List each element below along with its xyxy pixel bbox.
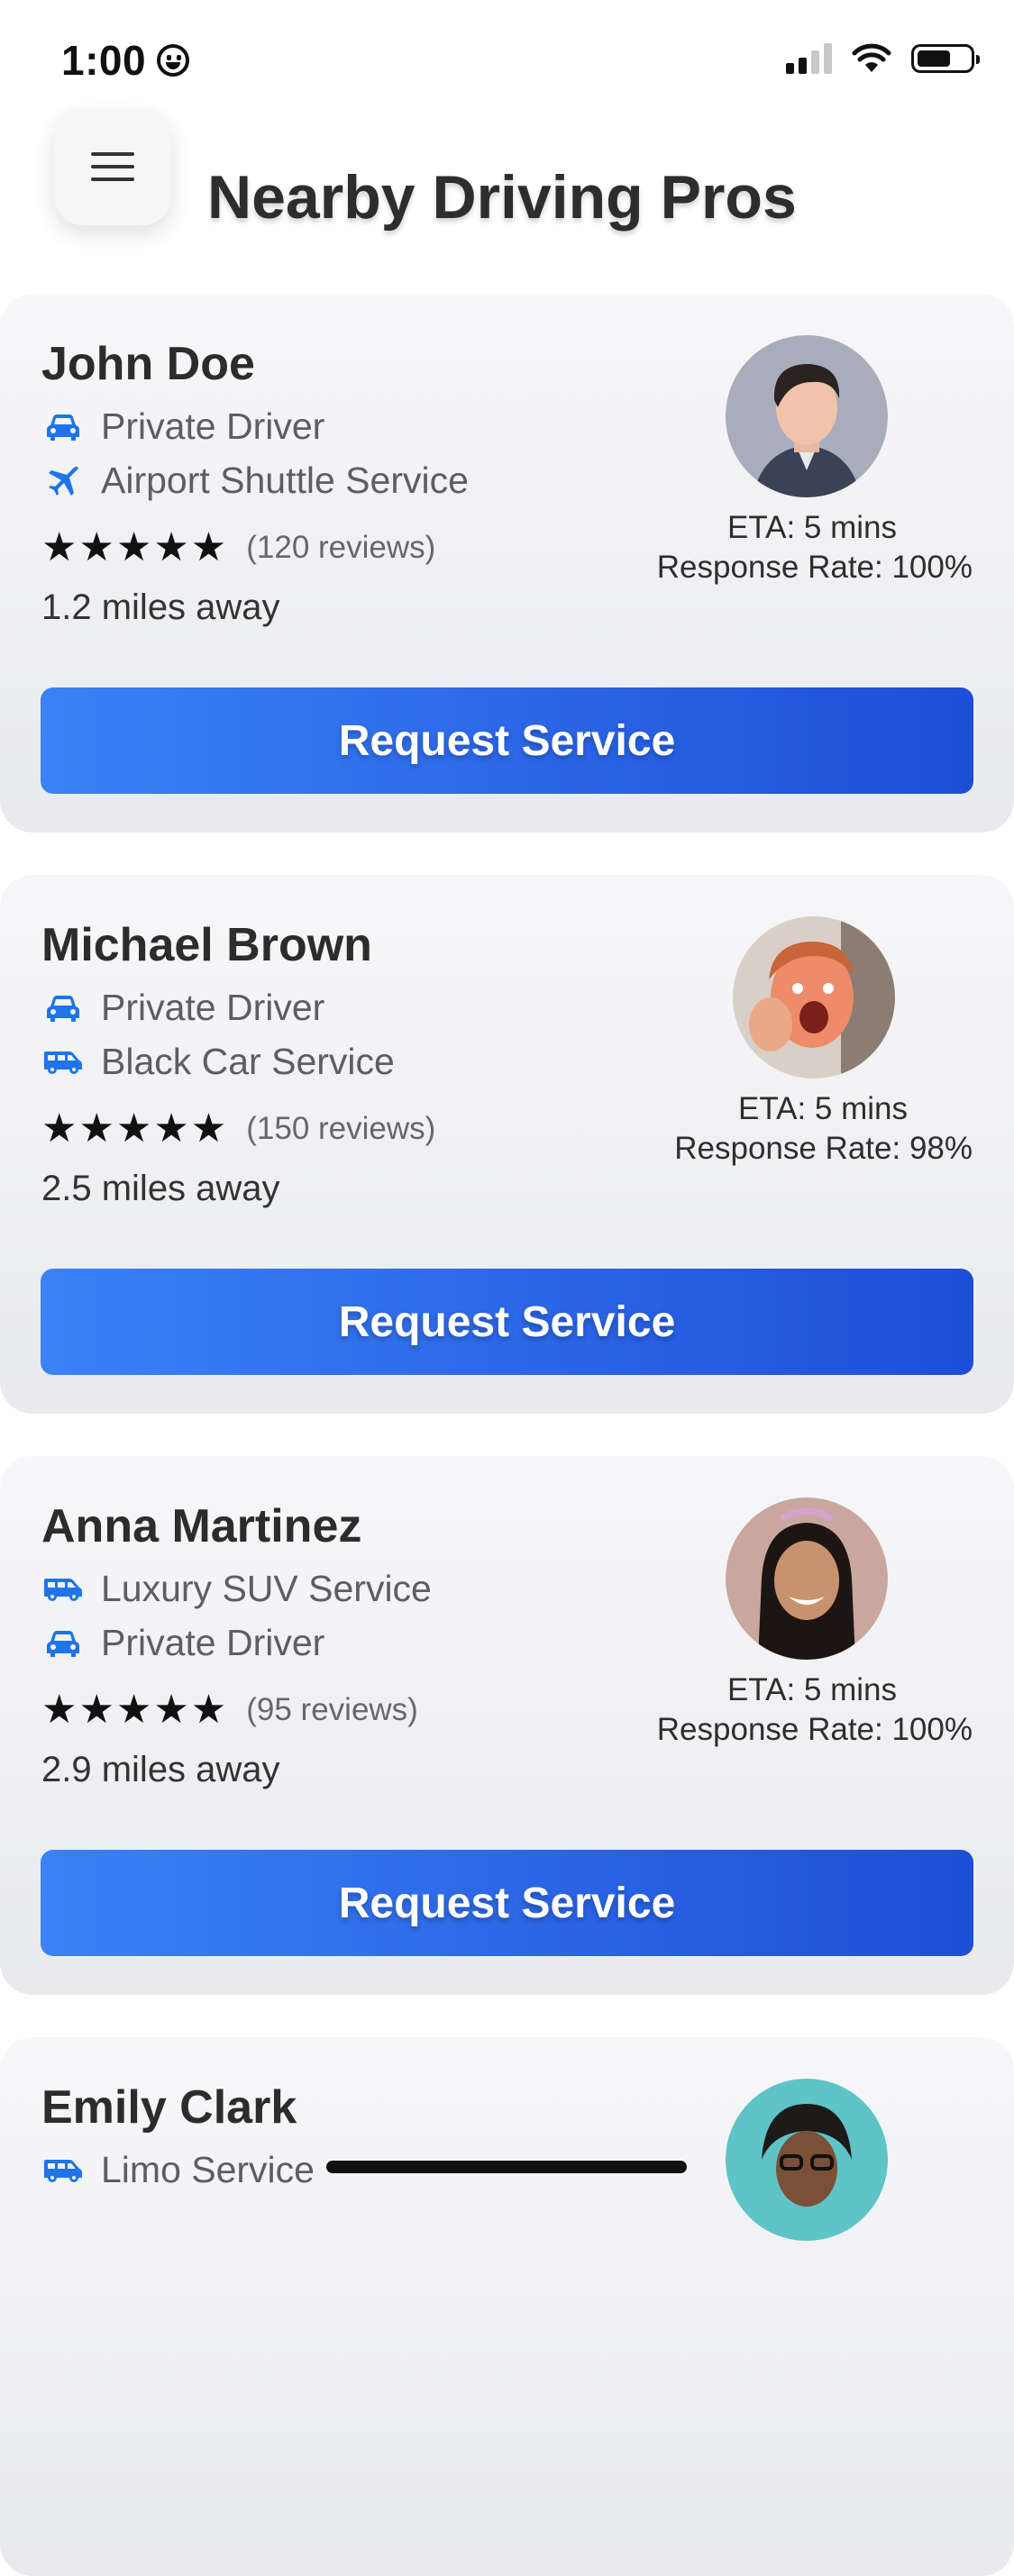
service-item: Airport Shuttle Service (41, 460, 469, 502)
service-item: Luxury SUV Service (41, 1568, 432, 1610)
status-indicators (786, 43, 980, 74)
airplane-icon (41, 466, 85, 496)
car-icon (41, 412, 85, 442)
service-label: Airport Shuttle Service (101, 460, 469, 501)
rating: ★★★★★ (120 reviews) (41, 524, 435, 570)
distance: 2.5 miles away (41, 1169, 280, 1208)
service-label: Black Car Service (101, 1041, 395, 1082)
star-rating: ★★★★★ (41, 525, 229, 569)
response-rate: Response Rate: 100% (656, 1712, 973, 1747)
service-item: Limo Service (41, 2149, 315, 2191)
rating: ★★★★★ (95 reviews) (41, 1687, 418, 1733)
cellular-signal-icon (786, 43, 832, 74)
service-item: Black Car Service (41, 1041, 395, 1083)
van-icon (41, 1574, 85, 1605)
driver-card: Emily Clark Limo Service (0, 2037, 1014, 2576)
response-rate: Response Rate: 100% (656, 550, 973, 585)
status-time-label: 1:00 (61, 37, 147, 84)
car-icon (41, 993, 85, 1024)
service-label: Private Driver (101, 987, 325, 1028)
smiley-icon (157, 44, 190, 77)
review-count: (95 reviews) (246, 1691, 418, 1727)
service-label: Private Driver (101, 1622, 325, 1663)
distance: 1.2 miles away (41, 587, 280, 627)
eta: ETA: 5 mins (726, 510, 897, 545)
avatar (733, 916, 895, 1079)
service-label: Limo Service (101, 2149, 315, 2190)
driver-name: Michael Brown (41, 919, 372, 971)
star-rating: ★★★★★ (41, 1688, 229, 1732)
driver-card: Michael Brown Private Driver Black Car S… (0, 875, 1014, 1414)
eta: ETA: 5 mins (737, 1091, 908, 1126)
driver-card: Anna Martinez Luxury SUV Service Private… (0, 1456, 1014, 1995)
hamburger-icon (91, 152, 134, 181)
request-service-button[interactable]: Request Service (41, 1269, 973, 1375)
request-service-button[interactable]: Request Service (41, 1850, 973, 1956)
status-time: 1:00 (61, 36, 190, 85)
service-label: Private Driver (101, 405, 325, 447)
service-item: Private Driver (41, 1622, 324, 1664)
eta: ETA: 5 mins (726, 1672, 897, 1707)
avatar (726, 335, 888, 497)
driver-name: Anna Martinez (41, 1500, 362, 1552)
car-icon (41, 1628, 85, 1659)
service-item: Private Driver (41, 405, 324, 448)
battery-icon (911, 44, 980, 73)
distance: 2.9 miles away (41, 1750, 280, 1789)
menu-button[interactable] (54, 108, 171, 225)
response-rate: Response Rate: 98% (674, 1131, 973, 1166)
service-label: Luxury SUV Service (101, 1568, 432, 1609)
page-title: Nearby Driving Pros (207, 163, 797, 232)
review-count: (120 reviews) (246, 529, 436, 565)
service-item: Private Driver (41, 987, 324, 1029)
van-icon (41, 1047, 85, 1078)
driver-name: Emily Clark (41, 2081, 297, 2134)
avatar (726, 1497, 888, 1660)
request-service-button[interactable]: Request Service (41, 687, 973, 794)
wifi-icon (852, 43, 891, 72)
status-bar: 1:00 (0, 0, 1014, 117)
avatar (726, 2079, 888, 2241)
rating: ★★★★★ (150 reviews) (41, 1106, 435, 1151)
driver-card: John Doe Private Driver Airport Shuttle … (0, 294, 1014, 833)
star-rating: ★★★★★ (41, 1106, 229, 1151)
home-indicator[interactable] (326, 2161, 687, 2173)
review-count: (150 reviews) (246, 1110, 436, 1146)
driver-name: John Doe (41, 338, 255, 390)
van-icon (41, 2155, 85, 2186)
